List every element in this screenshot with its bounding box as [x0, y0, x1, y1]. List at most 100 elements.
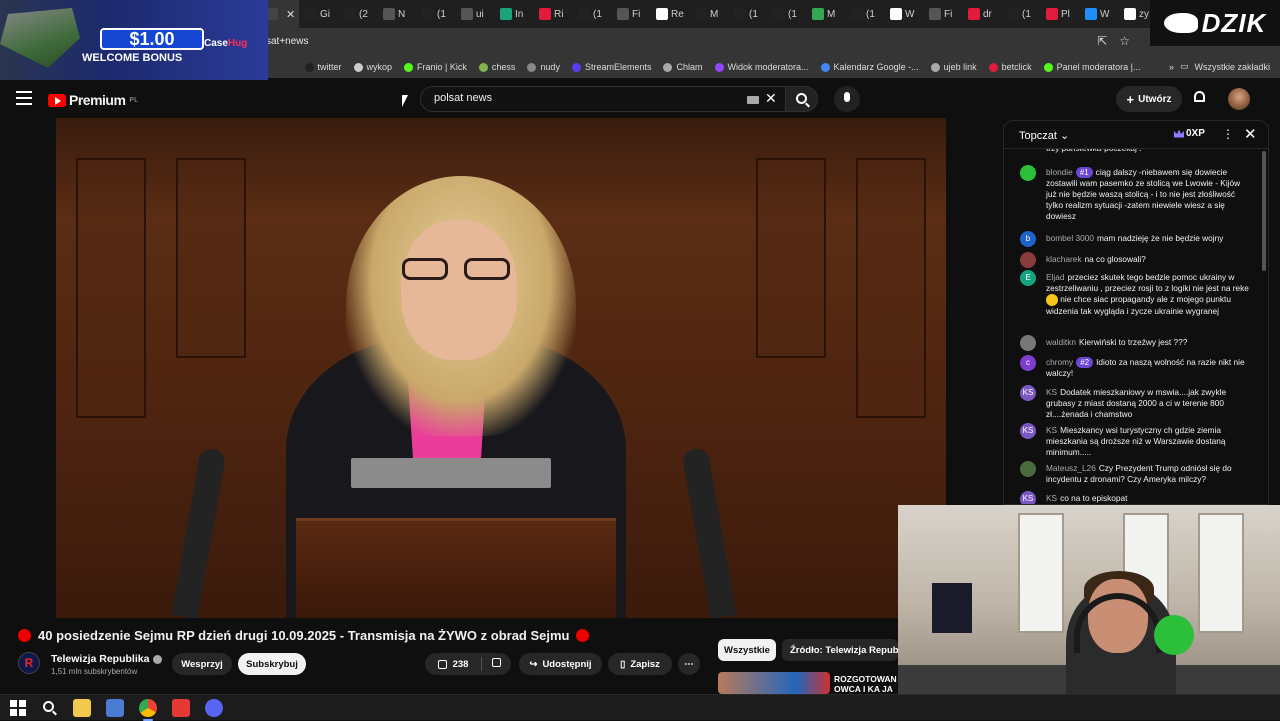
close-icon[interactable]: ✕: [1244, 125, 1257, 143]
search-button[interactable]: [786, 86, 818, 112]
browser-tab[interactable]: (1: [767, 0, 806, 28]
save-button[interactable]: ▯ Zapisz: [608, 653, 672, 675]
chat-author-avatar[interactable]: [1020, 461, 1036, 477]
browser-tab[interactable]: Gi: [299, 0, 338, 28]
voice-search-button[interactable]: [834, 86, 860, 112]
app-red-taskbar-icon[interactable]: [172, 699, 190, 717]
browser-tab[interactable]: Fi: [611, 0, 650, 28]
bookmarks-overflow-icon[interactable]: »: [1169, 62, 1174, 72]
bookmark-item[interactable]: betclick: [988, 62, 1032, 72]
app-blue-taskbar-icon[interactable]: [106, 699, 124, 717]
tab-label: dr: [983, 8, 992, 20]
chat-author-avatar[interactable]: KS: [1020, 491, 1036, 504]
chat-author-name[interactable]: blondie: [1046, 167, 1073, 177]
browser-tab[interactable]: (1: [728, 0, 767, 28]
search-input[interactable]: [434, 92, 734, 104]
search-taskbar-icon[interactable]: [40, 699, 58, 717]
browser-tab[interactable]: (1: [572, 0, 611, 28]
chip-source[interactable]: Źródło: Telewizja Republika: [782, 639, 898, 661]
chat-xp-badge[interactable]: 0XP: [1174, 128, 1205, 139]
browser-tab[interactable]: ui: [455, 0, 494, 28]
clear-search-icon[interactable]: ✕: [765, 90, 777, 107]
bookmark-item[interactable]: ujeb link: [930, 62, 977, 72]
chat-author-avatar[interactable]: b: [1020, 231, 1036, 247]
bookmark-item[interactable]: Kalendarz Google -...: [820, 62, 919, 72]
tab-favicon-icon: [929, 8, 941, 20]
video-player[interactable]: [56, 118, 946, 618]
browser-tab[interactable]: In: [494, 0, 533, 28]
channel-avatar[interactable]: R: [18, 652, 40, 674]
browser-tab[interactable]: Pl: [1040, 0, 1079, 28]
recommended-video-title[interactable]: ROZGOTOWAN OWCA I KA JA: [834, 674, 898, 694]
chat-author-avatar[interactable]: c: [1020, 355, 1036, 371]
browser-tab[interactable]: (1: [416, 0, 455, 28]
hamburger-menu-icon[interactable]: [16, 91, 32, 105]
bookmark-item[interactable]: chess: [478, 62, 515, 72]
chat-author-name[interactable]: bombel 3000: [1046, 233, 1094, 243]
bookmark-item[interactable]: Chlam: [663, 62, 703, 72]
chat-header: Topczat ⌄ 0XP ⋮ ✕: [1004, 121, 1268, 149]
browser-tab[interactable]: (2: [338, 0, 377, 28]
all-bookmarks-link[interactable]: Wszystkie zakładki: [1194, 62, 1270, 72]
browser-tab[interactable]: Fi: [923, 0, 962, 28]
bookmark-item[interactable]: nudy: [527, 62, 560, 72]
chat-author-avatar[interactable]: E: [1020, 270, 1036, 286]
chrome-taskbar-icon[interactable]: [139, 699, 157, 721]
chat-message: bombel 3000 mam nadzieję że nie będzie wo…: [1046, 233, 1250, 244]
windows-start-icon[interactable]: [10, 700, 26, 716]
keyboard-icon[interactable]: [747, 96, 759, 104]
browser-tab[interactable]: N: [377, 0, 416, 28]
file-explorer-taskbar-icon[interactable]: [73, 699, 91, 717]
browser-tab[interactable]: M: [689, 0, 728, 28]
chat-author-avatar[interactable]: [1020, 165, 1036, 181]
bookmark-star-icon[interactable]: ☆: [1119, 34, 1130, 48]
recommended-video-thumbnail[interactable]: [718, 672, 830, 694]
chat-author-name[interactable]: walditkn: [1046, 337, 1076, 347]
browser-tab[interactable]: dr: [962, 0, 1001, 28]
share-button[interactable]: ↪ Udostępnij: [519, 653, 602, 675]
channel-name[interactable]: Telewizja Republika: [51, 653, 163, 665]
create-button[interactable]: + Utwórz: [1116, 86, 1182, 112]
browser-tab[interactable]: M: [806, 0, 845, 28]
chat-author-name[interactable]: Mateusz_L26: [1046, 463, 1096, 473]
bookmark-item[interactable]: Panel moderatora |...: [1043, 62, 1141, 72]
install-app-icon[interactable]: ⇱: [1097, 34, 1107, 48]
notifications-bell-icon[interactable]: [1194, 91, 1207, 105]
bookmark-item[interactable]: Widok moderatora...: [714, 62, 809, 72]
chat-author-avatar[interactable]: KS: [1020, 385, 1036, 401]
browser-tab[interactable]: (1: [1001, 0, 1040, 28]
browser-tab[interactable]: Ri: [533, 0, 572, 28]
browser-tab[interactable]: (1: [845, 0, 884, 28]
youtube-premium-logo[interactable]: Premium PL: [48, 92, 138, 108]
browser-tab[interactable]: Re: [650, 0, 689, 28]
user-avatar[interactable]: [1228, 88, 1250, 110]
chat-author-name[interactable]: KS: [1046, 387, 1057, 397]
close-tab-icon[interactable]: ✕: [286, 8, 295, 21]
chat-author-avatar[interactable]: KS: [1020, 423, 1036, 439]
chat-author-name[interactable]: KS: [1046, 425, 1057, 435]
chat-author-name[interactable]: Eljad: [1046, 272, 1064, 282]
app-discord-taskbar-icon[interactable]: [205, 699, 223, 717]
chat-author-avatar[interactable]: [1020, 335, 1036, 351]
support-button[interactable]: Wesprzyj: [172, 653, 232, 675]
dislike-button[interactable]: [482, 653, 511, 675]
chat-scrollbar[interactable]: [1262, 151, 1266, 271]
chat-author-name[interactable]: KS: [1046, 493, 1057, 503]
browser-tab[interactable]: W: [884, 0, 923, 28]
bookmark-item[interactable]: twitter: [304, 62, 342, 72]
browser-tab[interactable]: W: [1079, 0, 1118, 28]
more-options-icon[interactable]: ⋮: [1222, 127, 1234, 141]
chat-mode-dropdown[interactable]: Topczat ⌄: [1019, 129, 1069, 142]
chat-message-text: ciąg dalszy -niebawem się dowiecie zosta…: [1046, 167, 1241, 221]
chip-all[interactable]: Wszystkie: [718, 639, 776, 661]
bookmark-item[interactable]: Franio | Kick: [404, 62, 467, 72]
bookmark-item[interactable]: StreamElements: [571, 62, 651, 72]
chat-author-name[interactable]: chromy: [1046, 357, 1073, 367]
chat-author-name[interactable]: klacharek: [1046, 254, 1082, 264]
like-button[interactable]: 238: [425, 653, 481, 675]
more-actions-button[interactable]: ⋯: [678, 653, 700, 675]
url-field[interactable]: sat+news: [266, 36, 309, 47]
bookmark-item[interactable]: wykop: [353, 62, 392, 72]
chat-author-avatar[interactable]: [1020, 252, 1036, 268]
subscribe-button[interactable]: Subskrybuj: [238, 653, 306, 675]
